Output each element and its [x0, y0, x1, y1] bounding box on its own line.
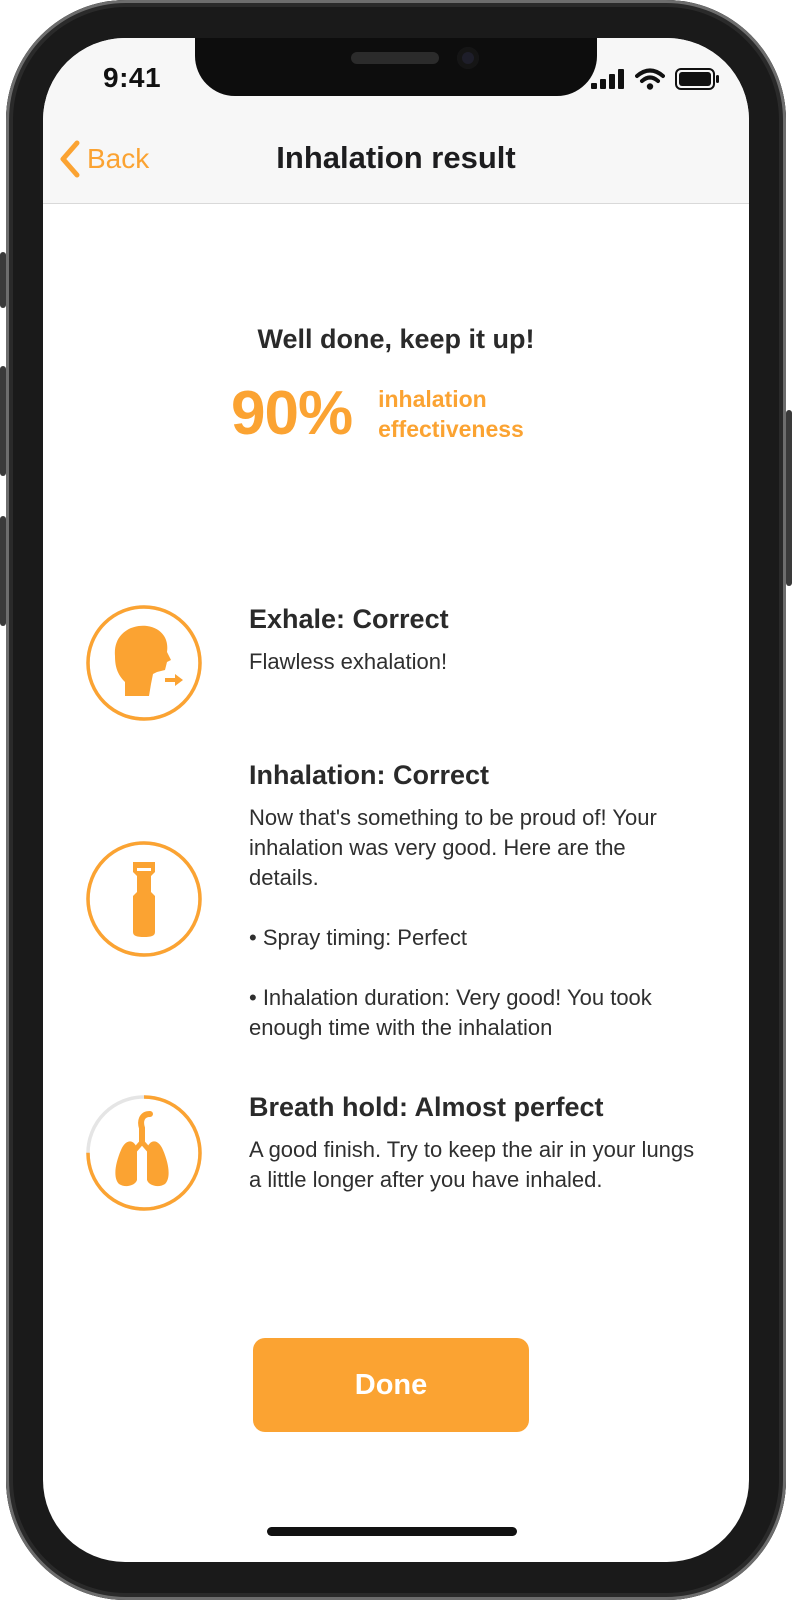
inhaler-icon: [86, 841, 202, 957]
score-value: 90%: [231, 379, 353, 448]
page-title: Inhalation result: [276, 140, 516, 175]
lungs-icon: [86, 1095, 202, 1211]
status-icons: [591, 68, 721, 90]
result-description: A good finish. Try to keep the air in yo…: [249, 1137, 695, 1192]
status-time: 9:41: [103, 62, 162, 93]
result-headline: Well done, keep it up!: [257, 324, 535, 354]
score-label: inhalation effectiveness: [378, 385, 524, 442]
result-text-exhale: Exhale: Correct Flawless exhalation!: [249, 604, 699, 677]
cellular-signal-icon: [591, 69, 624, 89]
exhale-face-icon: [86, 605, 202, 721]
done-button[interactable]: Done: [253, 1338, 529, 1432]
result-title: Inhalation: Correct: [249, 760, 490, 790]
result-text-breath-hold: Breath hold: Almost perfect A good finis…: [249, 1092, 699, 1195]
result-text-inhalation: Inhalation: Correct Now that's something…: [249, 760, 699, 1043]
wifi-icon: [635, 68, 665, 90]
app-screen: 9:41 Back Inhalation result Well done, k…: [43, 38, 749, 1562]
power-button: [786, 410, 792, 586]
front-camera: [457, 47, 479, 69]
mute-switch: [0, 252, 6, 308]
result-title: Breath hold: Almost perfect: [249, 1092, 604, 1122]
result-title: Exhale: Correct: [249, 604, 449, 634]
result-description: Now that's something to be proud of! You…: [249, 805, 657, 1040]
notch: [195, 38, 597, 96]
volume-up-button: [0, 366, 6, 476]
volume-down-button: [0, 516, 6, 626]
result-description: Flawless exhalation!: [249, 649, 448, 674]
battery-icon: [675, 68, 719, 90]
effectiveness-score: 90% inhalation effectiveness: [231, 378, 558, 449]
earpiece-speaker: [351, 52, 439, 64]
home-indicator: [267, 1527, 517, 1536]
